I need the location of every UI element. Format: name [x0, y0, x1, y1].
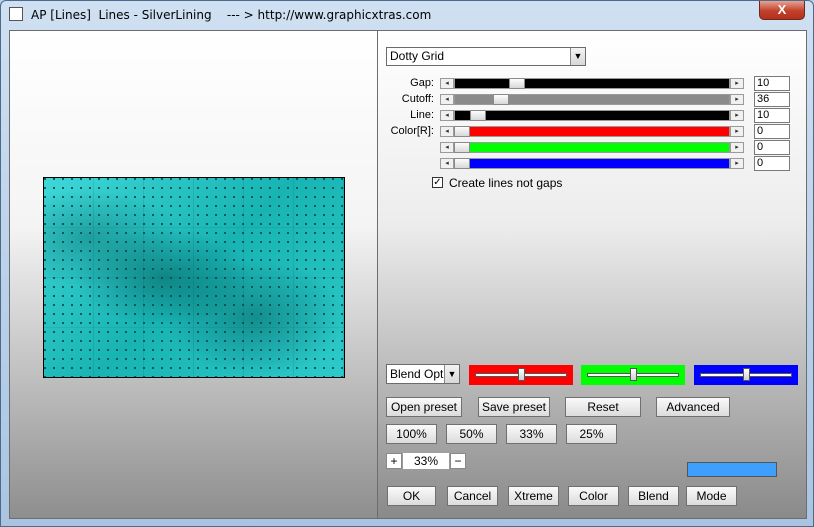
preview-image[interactable] — [43, 177, 345, 378]
title-bar[interactable]: AP [Lines] Lines - SilverLining --- > ht… — [1, 1, 813, 29]
zoom-33-button[interactable]: 33% — [506, 424, 557, 444]
gap-slider-track[interactable] — [454, 78, 730, 89]
scroll-right-icon[interactable]: ▸ — [730, 94, 744, 105]
xtreme-button[interactable]: Xtreme — [508, 486, 559, 506]
red-blend-thumb[interactable] — [518, 368, 525, 381]
client-area: Dotty Grid ▼ Gap: ◂ ▸ 10 Cutoff: ◂ ▸ 36 Line: ◂ ▸ 1… — [9, 30, 807, 519]
blend-dropdown-value: Blend Opti — [390, 367, 447, 381]
scroll-left-icon[interactable]: ◂ — [440, 158, 454, 169]
cutoff-label: Cutoff: — [401, 93, 434, 105]
mode-button[interactable]: Mode — [686, 486, 737, 506]
gap-value-field[interactable]: 10 — [754, 76, 790, 91]
line-value-field[interactable]: 10 — [754, 108, 790, 123]
blend-options-dropdown[interactable]: Blend Opti ▼ — [386, 364, 460, 384]
create-lines-checkbox[interactable]: ✓ — [432, 177, 443, 188]
red-blend-panel[interactable] — [469, 365, 573, 385]
ok-button[interactable]: OK — [387, 486, 436, 506]
line-label: Line: — [410, 109, 434, 121]
zoom-25-button[interactable]: 25% — [566, 424, 617, 444]
plugin-window: AP [Lines] Lines - SilverLining --- > ht… — [0, 0, 814, 527]
color-button[interactable]: Color — [568, 486, 619, 506]
reset-button[interactable]: Reset — [565, 397, 641, 417]
scroll-left-icon[interactable]: ◂ — [440, 142, 454, 153]
cutoff-value-field[interactable]: 36 — [754, 92, 790, 107]
gap-slider-thumb[interactable] — [509, 78, 525, 89]
zoom-value-field[interactable]: 33% — [403, 453, 449, 469]
cancel-button[interactable]: Cancel — [447, 486, 498, 506]
scroll-right-icon[interactable]: ▸ — [730, 126, 744, 137]
preset-dropdown-value: Dotty Grid — [390, 49, 445, 63]
color-blue-slider-thumb[interactable] — [454, 158, 470, 169]
color-swatch[interactable] — [687, 462, 777, 477]
settings-pane: Dotty Grid ▼ Gap: ◂ ▸ 10 Cutoff: ◂ ▸ 36 Line: ◂ ▸ 1… — [378, 31, 806, 518]
scroll-right-icon[interactable]: ▸ — [730, 142, 744, 153]
color-green-slider-track[interactable] — [454, 142, 730, 153]
scroll-left-icon[interactable]: ◂ — [440, 110, 454, 121]
close-button[interactable]: X — [759, 1, 805, 20]
scroll-right-icon[interactable]: ▸ — [730, 110, 744, 121]
window-title: AP [Lines] Lines - SilverLining --- > ht… — [31, 8, 432, 22]
app-icon — [9, 7, 23, 21]
line-slider-thumb[interactable] — [470, 110, 486, 121]
advanced-button[interactable]: Advanced — [656, 397, 730, 417]
scroll-right-icon[interactable]: ▸ — [730, 158, 744, 169]
zoom-plus-button[interactable]: + — [386, 453, 402, 469]
scroll-left-icon[interactable]: ◂ — [440, 94, 454, 105]
scroll-left-icon[interactable]: ◂ — [440, 78, 454, 89]
color-red-slider-track[interactable] — [454, 126, 730, 137]
chevron-down-icon[interactable]: ▼ — [570, 48, 585, 65]
color-green-slider-thumb[interactable] — [454, 142, 470, 153]
color-red-value-field[interactable]: 0 — [754, 124, 790, 139]
chevron-down-icon[interactable]: ▼ — [444, 365, 459, 383]
save-preset-button[interactable]: Save preset — [478, 397, 550, 417]
green-blend-panel[interactable] — [581, 365, 685, 385]
color-red-slider-thumb[interactable] — [454, 126, 470, 137]
color-red-label: Color[R]: — [390, 125, 434, 137]
zoom-minus-button[interactable]: − — [450, 453, 466, 469]
open-preset-button[interactable]: Open preset — [386, 397, 462, 417]
checkmark-icon: ✓ — [433, 177, 442, 188]
zoom-50-button[interactable]: 50% — [446, 424, 497, 444]
cutoff-slider-thumb[interactable] — [493, 94, 509, 105]
blue-blend-thumb[interactable] — [743, 368, 750, 381]
line-slider-track[interactable] — [454, 110, 730, 121]
blend-button[interactable]: Blend — [628, 486, 679, 506]
preset-dropdown[interactable]: Dotty Grid ▼ — [386, 47, 586, 66]
scroll-left-icon[interactable]: ◂ — [440, 126, 454, 137]
color-blue-slider-track[interactable] — [454, 158, 730, 169]
green-blend-thumb[interactable] — [630, 368, 637, 381]
zoom-100-button[interactable]: 100% — [386, 424, 437, 444]
blue-blend-panel[interactable] — [694, 365, 798, 385]
color-green-value-field[interactable]: 0 — [754, 140, 790, 155]
preview-pane — [10, 31, 378, 518]
scroll-right-icon[interactable]: ▸ — [730, 78, 744, 89]
color-blue-value-field[interactable]: 0 — [754, 156, 790, 171]
gap-label: Gap: — [410, 77, 434, 89]
create-lines-label: Create lines not gaps — [449, 176, 563, 190]
